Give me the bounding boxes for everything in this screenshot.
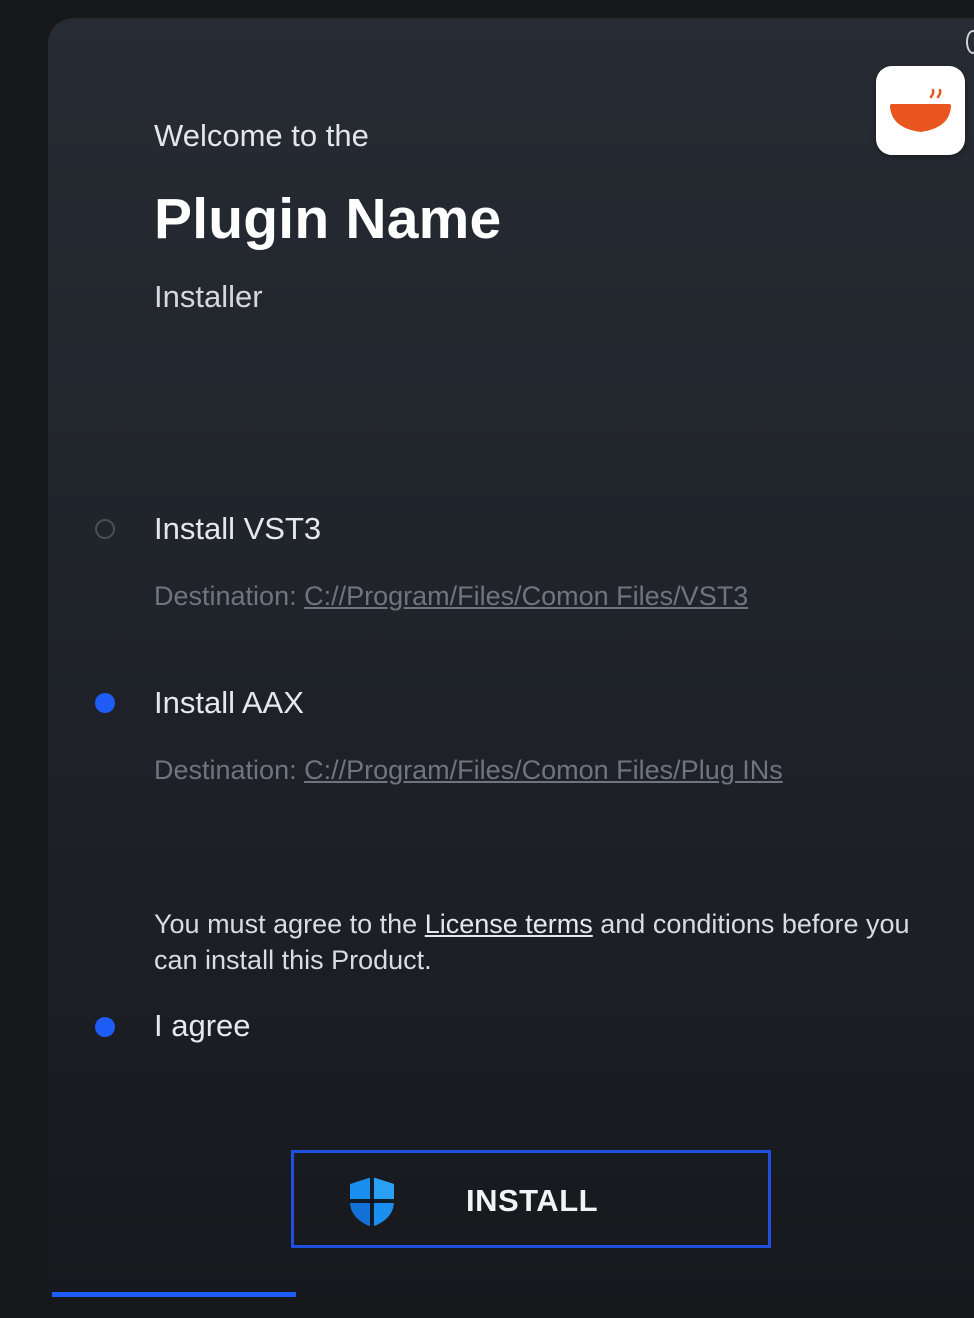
agree-label[interactable]: I agree (154, 1008, 251, 1044)
bowl-icon (890, 88, 951, 132)
install-button-label: INSTALL (466, 1183, 599, 1218)
close-icon[interactable] (966, 30, 974, 54)
destination-vst3: Destination: C://Program/Files/Comon Fil… (154, 581, 748, 612)
destination-label: Destination: (154, 581, 305, 611)
option-label-aax[interactable]: Install AAX (154, 685, 304, 721)
shield-icon (350, 1177, 394, 1227)
license-text-before: You must agree to the (154, 909, 425, 939)
app-icon (876, 66, 965, 155)
progress-fill (52, 1292, 297, 1297)
radio-install-aax[interactable] (95, 693, 115, 713)
radio-i-agree[interactable] (95, 1017, 115, 1037)
license-terms-link[interactable]: License terms (425, 909, 593, 939)
destination-aax: Destination: C://Program/Files/Comon Fil… (154, 755, 783, 786)
welcome-text: Welcome to the (154, 118, 369, 153)
destination-label: Destination: (154, 755, 305, 785)
option-label-vst3[interactable]: Install VST3 (154, 511, 321, 547)
subtitle: Installer (154, 279, 263, 314)
radio-install-vst3[interactable] (95, 519, 115, 539)
install-button[interactable]: INSTALL (291, 1150, 771, 1248)
destination-path-link[interactable]: C://Program/Files/Comon Files/Plug INs (304, 755, 783, 785)
page-title: Plugin Name (154, 187, 502, 251)
progress-bar (52, 1292, 974, 1297)
destination-path-link[interactable]: C://Program/Files/Comon Files/VST3 (304, 581, 748, 611)
license-notice: You must agree to the License terms and … (154, 906, 934, 978)
